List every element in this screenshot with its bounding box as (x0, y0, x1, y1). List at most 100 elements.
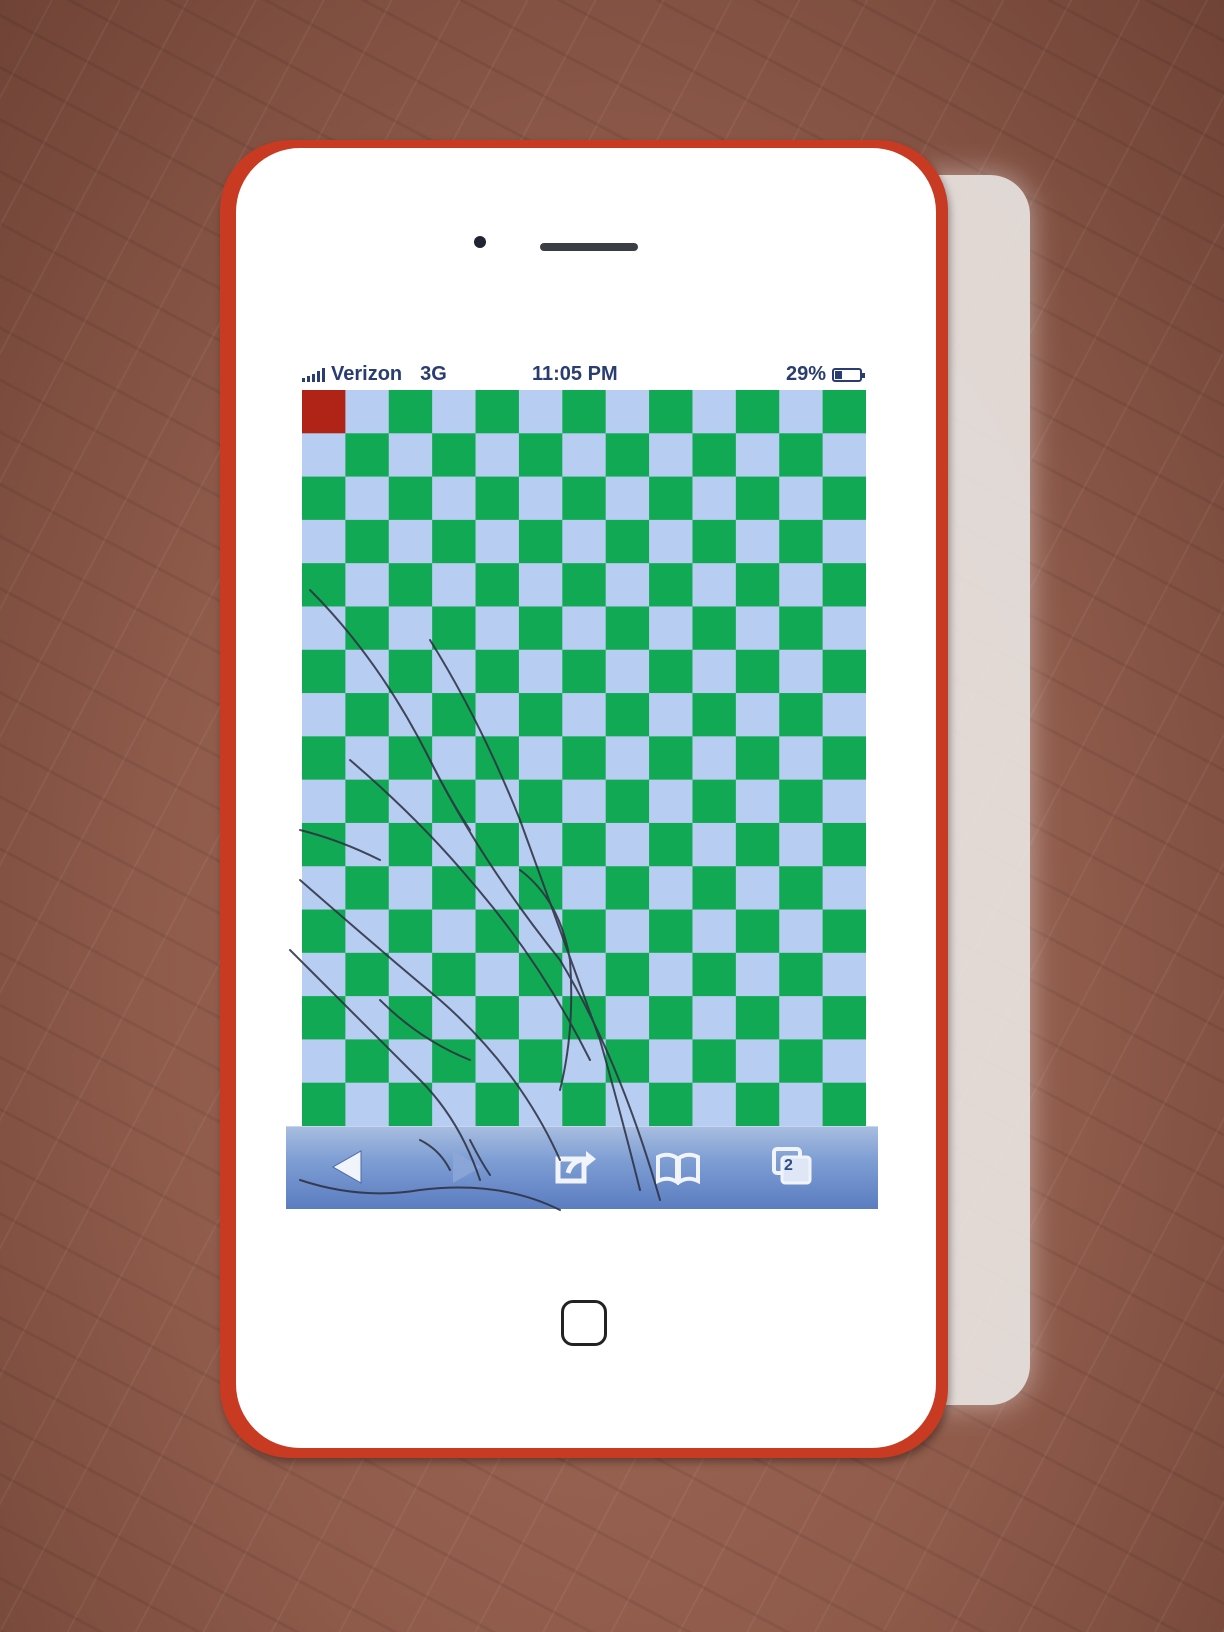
checker-square (822, 952, 866, 997)
checker-square (605, 649, 650, 694)
checker-square (518, 563, 563, 607)
share-button[interactable] (546, 1137, 606, 1197)
checker-square (388, 519, 433, 564)
checker-square (388, 433, 433, 478)
checker-square (475, 866, 520, 911)
checker-square (605, 693, 650, 737)
checker-square (779, 952, 824, 997)
checker-square (475, 909, 520, 954)
status-right: 29% (786, 363, 865, 386)
checker-square (475, 390, 520, 434)
status-left: Verizon 3G (302, 363, 447, 386)
checker-square (692, 606, 737, 651)
checker-square (432, 1039, 477, 1084)
checker-square (822, 866, 866, 911)
checker-square (735, 1082, 780, 1126)
checker-square (822, 693, 866, 737)
checker-square (692, 433, 737, 478)
photo-scene: Verizon 3G 11:05 PM 29% 2 (0, 0, 1224, 1632)
checker-square (388, 693, 433, 737)
checker-square (562, 563, 607, 607)
checker-square (822, 606, 866, 651)
checker-square (822, 649, 866, 694)
checker-square (518, 779, 563, 824)
checker-square (779, 649, 824, 694)
clock: 11:05 PM (532, 363, 618, 385)
checker-square (302, 563, 346, 607)
checker-square (822, 996, 866, 1040)
checker-square (649, 390, 693, 434)
checker-square (649, 476, 693, 521)
checker-square (692, 1039, 737, 1084)
checker-square (518, 996, 563, 1040)
checker-square (692, 866, 737, 911)
checker-square (562, 433, 607, 478)
checker-square (388, 779, 433, 824)
checker-square (345, 909, 390, 954)
bookmarks-button[interactable] (648, 1137, 708, 1197)
forward-button[interactable] (436, 1137, 496, 1197)
checker-square (388, 866, 433, 911)
checker-square (518, 1039, 563, 1084)
checker-square (735, 693, 780, 737)
checker-square (735, 736, 780, 781)
checker-square (475, 649, 520, 694)
corner-marker-square (302, 390, 346, 434)
checker-square (692, 563, 737, 607)
checker-square (649, 649, 693, 694)
checker-square (692, 736, 737, 781)
checker-square (692, 476, 737, 521)
checker-square (562, 909, 607, 954)
checker-square (388, 822, 433, 867)
checker-square (692, 779, 737, 824)
checker-square (779, 693, 824, 737)
earpiece-speaker (540, 243, 638, 251)
checker-square (518, 736, 563, 781)
checkerboard-pattern (302, 390, 866, 1126)
checker-square (822, 1082, 866, 1126)
checker-square (302, 519, 346, 564)
checker-square (562, 693, 607, 737)
checker-square (388, 563, 433, 607)
checker-square (605, 952, 650, 997)
tabs-button[interactable]: 2 (762, 1137, 822, 1197)
checker-square (649, 563, 693, 607)
checker-square (692, 519, 737, 564)
checker-square (735, 779, 780, 824)
checker-square (822, 736, 866, 781)
checker-square (649, 779, 693, 824)
share-icon (555, 1151, 596, 1184)
checker-square (605, 866, 650, 911)
checker-square (562, 822, 607, 867)
checker-square (735, 822, 780, 867)
checker-square (518, 693, 563, 737)
home-button[interactable] (561, 1300, 607, 1346)
checker-square (605, 779, 650, 824)
checker-square (605, 736, 650, 781)
checker-square (432, 390, 477, 434)
signal-bars-icon (302, 367, 325, 382)
checker-square (345, 390, 390, 434)
checker-square (822, 822, 866, 867)
checker-square (605, 606, 650, 651)
checker-square (302, 779, 346, 824)
checker-square (735, 649, 780, 694)
checker-square (518, 1082, 563, 1126)
checker-square (822, 563, 866, 607)
checker-square (388, 736, 433, 781)
checker-square (649, 909, 693, 954)
checker-square (302, 649, 346, 694)
status-bar: Verizon 3G 11:05 PM 29% (302, 360, 865, 390)
web-content-area[interactable] (302, 390, 866, 1126)
checker-square (562, 866, 607, 911)
checker-square (649, 1082, 693, 1126)
checker-square (302, 476, 346, 521)
checker-square (432, 736, 477, 781)
checker-square (518, 909, 563, 954)
forward-arrow-icon (453, 1151, 481, 1183)
checker-square (779, 390, 824, 434)
checker-square (779, 822, 824, 867)
checker-square (562, 952, 607, 997)
back-button[interactable] (318, 1137, 378, 1197)
checker-square (605, 1039, 650, 1084)
